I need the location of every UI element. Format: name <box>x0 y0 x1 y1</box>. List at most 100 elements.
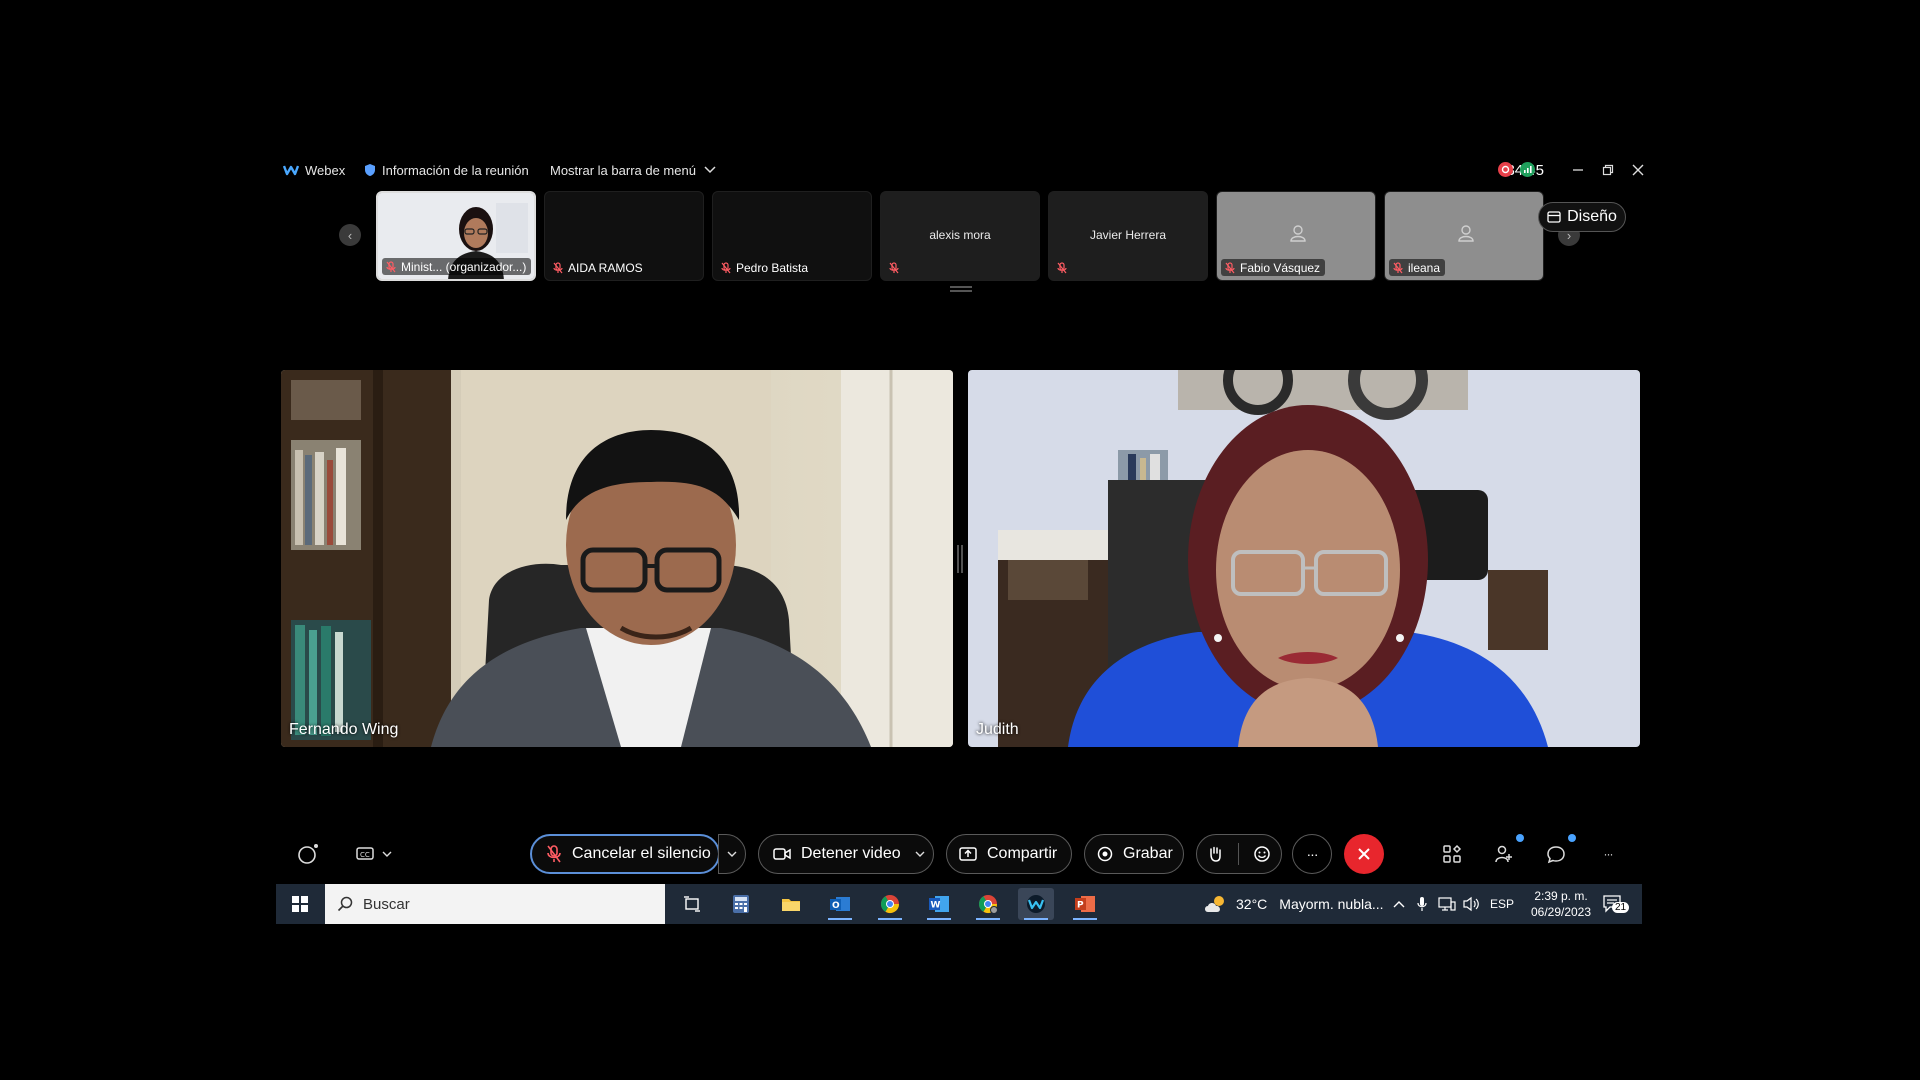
filmstrip-resize-handle-icon[interactable] <box>950 286 972 292</box>
share-button[interactable]: Compartir <box>946 834 1072 874</box>
captions-icon: CC <box>356 847 374 860</box>
running-indicator <box>828 918 852 920</box>
file-explorer-icon[interactable] <box>773 888 809 920</box>
layout-label: Diseño <box>1567 208 1617 225</box>
main-video-fernando-wing[interactable]: Fernando Wing <box>281 370 953 747</box>
stop-video-button[interactable]: Detener video <box>758 834 934 874</box>
more-options-label: ··· <box>1306 846 1319 862</box>
volume-tray-icon[interactable] <box>1462 884 1480 924</box>
muted-mic-icon <box>1225 261 1235 273</box>
microphone-tray-icon[interactable] <box>1417 884 1427 924</box>
search-placeholder: Buscar <box>363 895 410 913</box>
participant-name-label: Judith <box>976 721 1019 738</box>
outlook-icon[interactable]: O <box>822 888 858 920</box>
layout-grid-icon <box>1547 211 1561 223</box>
show-hidden-icons-chevron-up-icon[interactable] <box>1393 884 1405 924</box>
svg-text:CC: CC <box>360 851 370 859</box>
participant-name: Fabio Vásquez <box>1240 260 1321 275</box>
record-icon <box>1097 846 1113 862</box>
end-call-button[interactable] <box>1344 834 1384 874</box>
show-menu-bar-button[interactable]: Mostrar la barra de menú <box>550 158 722 182</box>
show-menu-bar-label: Mostrar la barra de menú <box>550 162 696 178</box>
taskbar-search-box[interactable]: Buscar <box>325 884 665 924</box>
notification-count-badge: 21 <box>1612 902 1630 913</box>
record-button[interactable]: Grabar <box>1084 834 1184 874</box>
meeting-top-bar: Webex Información de la reunión Mostrar … <box>280 158 1644 182</box>
windows-taskbar: Buscar O W P 32°C Mayorm. nubla... ESP 2… <box>276 884 1642 924</box>
search-icon <box>337 896 353 912</box>
participant-tile-javier-herrera[interactable]: Javier Herrera <box>1048 191 1208 281</box>
filmstrip-prev-arrow-icon[interactable]: ‹ <box>339 224 361 246</box>
more-panels-icon[interactable]: ··· <box>1596 842 1620 866</box>
close-icon[interactable] <box>1626 158 1650 182</box>
apps-icon[interactable] <box>1440 842 1464 866</box>
task-view-icon[interactable] <box>674 888 710 920</box>
restore-icon[interactable] <box>1596 158 1620 182</box>
chrome-profile-icon[interactable] <box>970 888 1006 920</box>
svg-text:P: P <box>1077 901 1084 911</box>
shield-icon <box>365 164 375 176</box>
muted-mic-icon <box>721 261 731 273</box>
main-video-judith[interactable]: Judith <box>968 370 1640 747</box>
weather-widget[interactable]: 32°C Mayorm. nubla... <box>1202 884 1384 924</box>
participant-nametag: Fabio Vásquez <box>1221 259 1326 276</box>
windows-start-icon[interactable] <box>282 888 318 920</box>
participant-name: ileana <box>1408 260 1441 275</box>
running-indicator <box>976 918 1000 920</box>
recording-indicator-icon <box>1498 162 1513 177</box>
svg-text:O: O <box>832 901 840 911</box>
network-tray-icon[interactable] <box>1438 884 1456 924</box>
video-splitter-handle-icon[interactable] <box>956 545 964 573</box>
notification-center-icon[interactable]: 21 <box>1602 884 1630 924</box>
muted-mic-icon <box>386 260 396 272</box>
video-camera-icon <box>773 848 791 860</box>
stop-video-label: Detener video <box>801 845 901 862</box>
taskbar-clock[interactable]: 2:39 p. m. 06/29/2023 <box>1526 884 1596 924</box>
svg-text:W: W <box>931 901 941 911</box>
muted-mic-icon <box>553 261 563 273</box>
reactions-smiley-icon[interactable] <box>1253 845 1271 863</box>
calculator-icon[interactable] <box>723 888 759 920</box>
more-options-button[interactable]: ··· <box>1292 834 1332 874</box>
chat-icon[interactable] <box>1544 842 1568 866</box>
powerpoint-icon[interactable]: P <box>1067 888 1103 920</box>
chevron-down-icon <box>704 166 716 174</box>
chevron-down-icon <box>382 851 392 857</box>
participant-tile-organizer[interactable]: Minist... (organizador...) <box>376 191 536 281</box>
muted-mic-icon <box>1393 261 1403 273</box>
minimize-icon[interactable] <box>1566 158 1590 182</box>
participant-tile-ileana[interactable]: ileana <box>1384 191 1544 281</box>
unmute-button[interactable]: Cancelar el silencio <box>530 834 720 874</box>
participant-nametag: Minist... (organizador...) <box>382 258 532 275</box>
user-avatar-icon <box>1290 225 1306 242</box>
captions-button[interactable]: CC <box>352 842 396 866</box>
audio-options-dropdown[interactable] <box>718 834 746 874</box>
participant-nametag: Pedro Batista <box>717 259 813 276</box>
participant-name: AIDA RAMOS <box>568 260 643 275</box>
network-health-icon[interactable] <box>1520 162 1535 177</box>
word-icon[interactable]: W <box>921 888 957 920</box>
webex-app-label[interactable]: Webex <box>283 158 345 182</box>
webex-taskbar-icon[interactable] <box>1018 888 1054 920</box>
raise-hand-icon[interactable] <box>1207 845 1223 863</box>
participant-tile-alexis-mora[interactable]: alexis mora <box>880 191 1040 281</box>
muted-mic-icon <box>889 262 899 274</box>
muted-mic-icon <box>1057 262 1067 274</box>
app-name: Webex <box>305 162 346 178</box>
participant-tile-fabio-vasquez[interactable]: Fabio Vásquez <box>1216 191 1376 281</box>
layout-button[interactable]: Diseño <box>1538 202 1626 232</box>
participant-name-label: Fernando Wing <box>289 721 399 738</box>
participant-tile-pedro-batista[interactable]: Pedro Batista <box>712 191 872 281</box>
participant-name: Pedro Batista <box>736 260 809 275</box>
input-language-indicator[interactable]: ESP <box>1490 884 1514 924</box>
weather-description: Mayorm. nubla... <box>1279 896 1384 912</box>
participant-name: Javier Herrera <box>1089 228 1167 242</box>
meeting-info-button[interactable]: Información de la reunión <box>364 158 529 182</box>
connect-device-icon[interactable] <box>296 842 320 866</box>
participants-icon[interactable] <box>1492 842 1516 866</box>
participant-tile-aida-ramos[interactable]: AIDA RAMOS <box>544 191 704 281</box>
close-icon <box>1358 848 1370 860</box>
video-feed <box>968 370 1640 747</box>
meeting-info-label: Información de la reunión <box>382 162 529 178</box>
chrome-icon[interactable] <box>872 888 908 920</box>
